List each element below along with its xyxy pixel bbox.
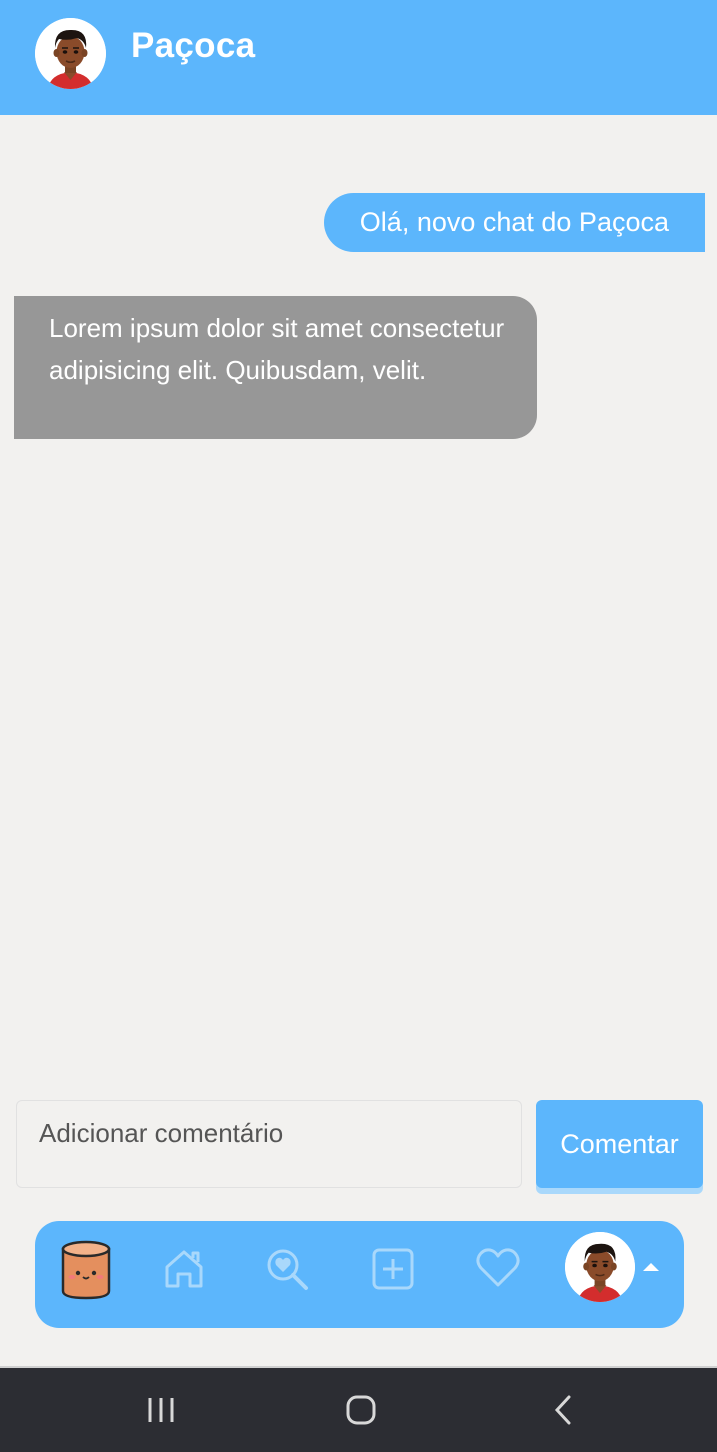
comment-input[interactable] — [16, 1100, 522, 1188]
comment-button[interactable]: Comentar — [536, 1100, 703, 1188]
pacoca-logo-icon[interactable] — [60, 1239, 112, 1306]
bottom-nav — [35, 1221, 684, 1328]
back-icon[interactable] — [550, 1388, 576, 1437]
received-message: Lorem ipsum dolor sit amet consectetur a… — [14, 296, 537, 439]
heart-icon[interactable] — [475, 1247, 521, 1294]
system-nav-bar — [0, 1366, 717, 1452]
profile-avatar[interactable] — [565, 1232, 635, 1302]
sent-message: Olá, novo chat do Paçoca — [323, 193, 705, 252]
home-icon[interactable] — [162, 1247, 206, 1296]
chat-header: Paçoca — [0, 0, 717, 115]
add-post-icon[interactable] — [371, 1247, 415, 1296]
home-circle-icon[interactable] — [344, 1388, 378, 1437]
user-avatar-icon — [35, 18, 106, 89]
chat-title: Paçoca — [131, 26, 256, 65]
user-avatar-icon — [565, 1232, 635, 1302]
search-heart-icon[interactable] — [265, 1247, 311, 1298]
contact-avatar[interactable] — [35, 18, 106, 89]
recent-apps-icon[interactable] — [146, 1388, 176, 1437]
caret-up-icon[interactable] — [643, 1263, 659, 1271]
